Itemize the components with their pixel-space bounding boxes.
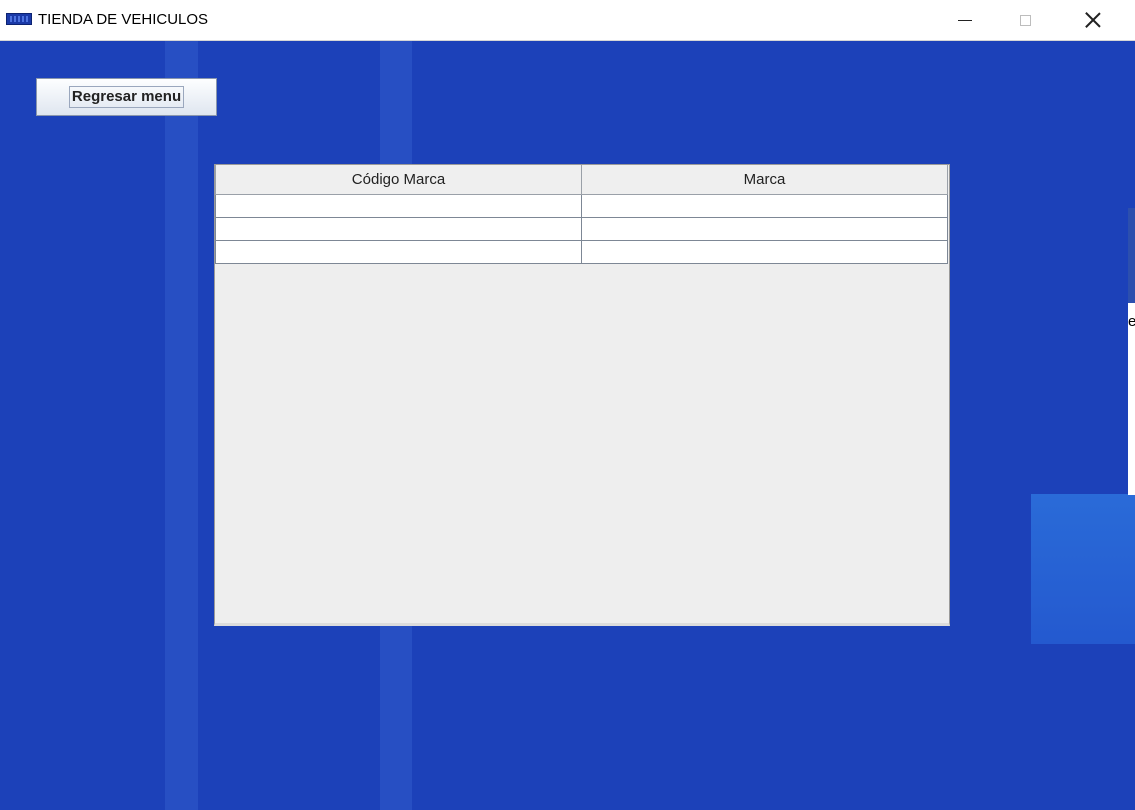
window-title: TIENDA DE VEHICULOS [38, 11, 209, 28]
close-icon [1085, 12, 1101, 28]
back-to-menu-label: Regresar menu [68, 86, 185, 108]
table-cell[interactable] [581, 217, 948, 241]
maximize-button[interactable] [1002, 0, 1048, 40]
title-bar[interactable]: TIENDA DE VEHICULOS [0, 0, 1135, 41]
app-icon [6, 13, 32, 25]
background-window-edge [1128, 303, 1135, 495]
table-row[interactable] [215, 194, 948, 218]
table-header-row: Código Marca Marca [215, 165, 948, 195]
background-stripe [165, 41, 198, 810]
app-window: e TIENDA DE VEHICULOS Regresar menu Códi… [0, 0, 1135, 810]
maximize-icon [1019, 14, 1031, 26]
table-cell[interactable] [215, 240, 582, 264]
back-to-menu-button[interactable]: Regresar menu [36, 78, 217, 116]
brands-grid: Código Marca Marca [215, 165, 948, 264]
table-cell[interactable] [215, 217, 582, 241]
brands-table[interactable]: Código Marca Marca [214, 164, 950, 626]
column-header-brand-code[interactable]: Código Marca [215, 165, 582, 195]
minimize-icon [958, 19, 972, 21]
column-header-brand[interactable]: Marca [581, 165, 948, 195]
table-cell[interactable] [581, 194, 948, 218]
minimize-button[interactable] [942, 0, 988, 40]
background-window-edge [1128, 208, 1135, 303]
background-text: e [1128, 313, 1135, 330]
background-window-fragment [1031, 494, 1135, 644]
table-row[interactable] [215, 240, 948, 264]
table-row[interactable] [215, 217, 948, 241]
table-cell[interactable] [215, 194, 582, 218]
table-cell[interactable] [581, 240, 948, 264]
close-button[interactable] [1070, 0, 1116, 40]
